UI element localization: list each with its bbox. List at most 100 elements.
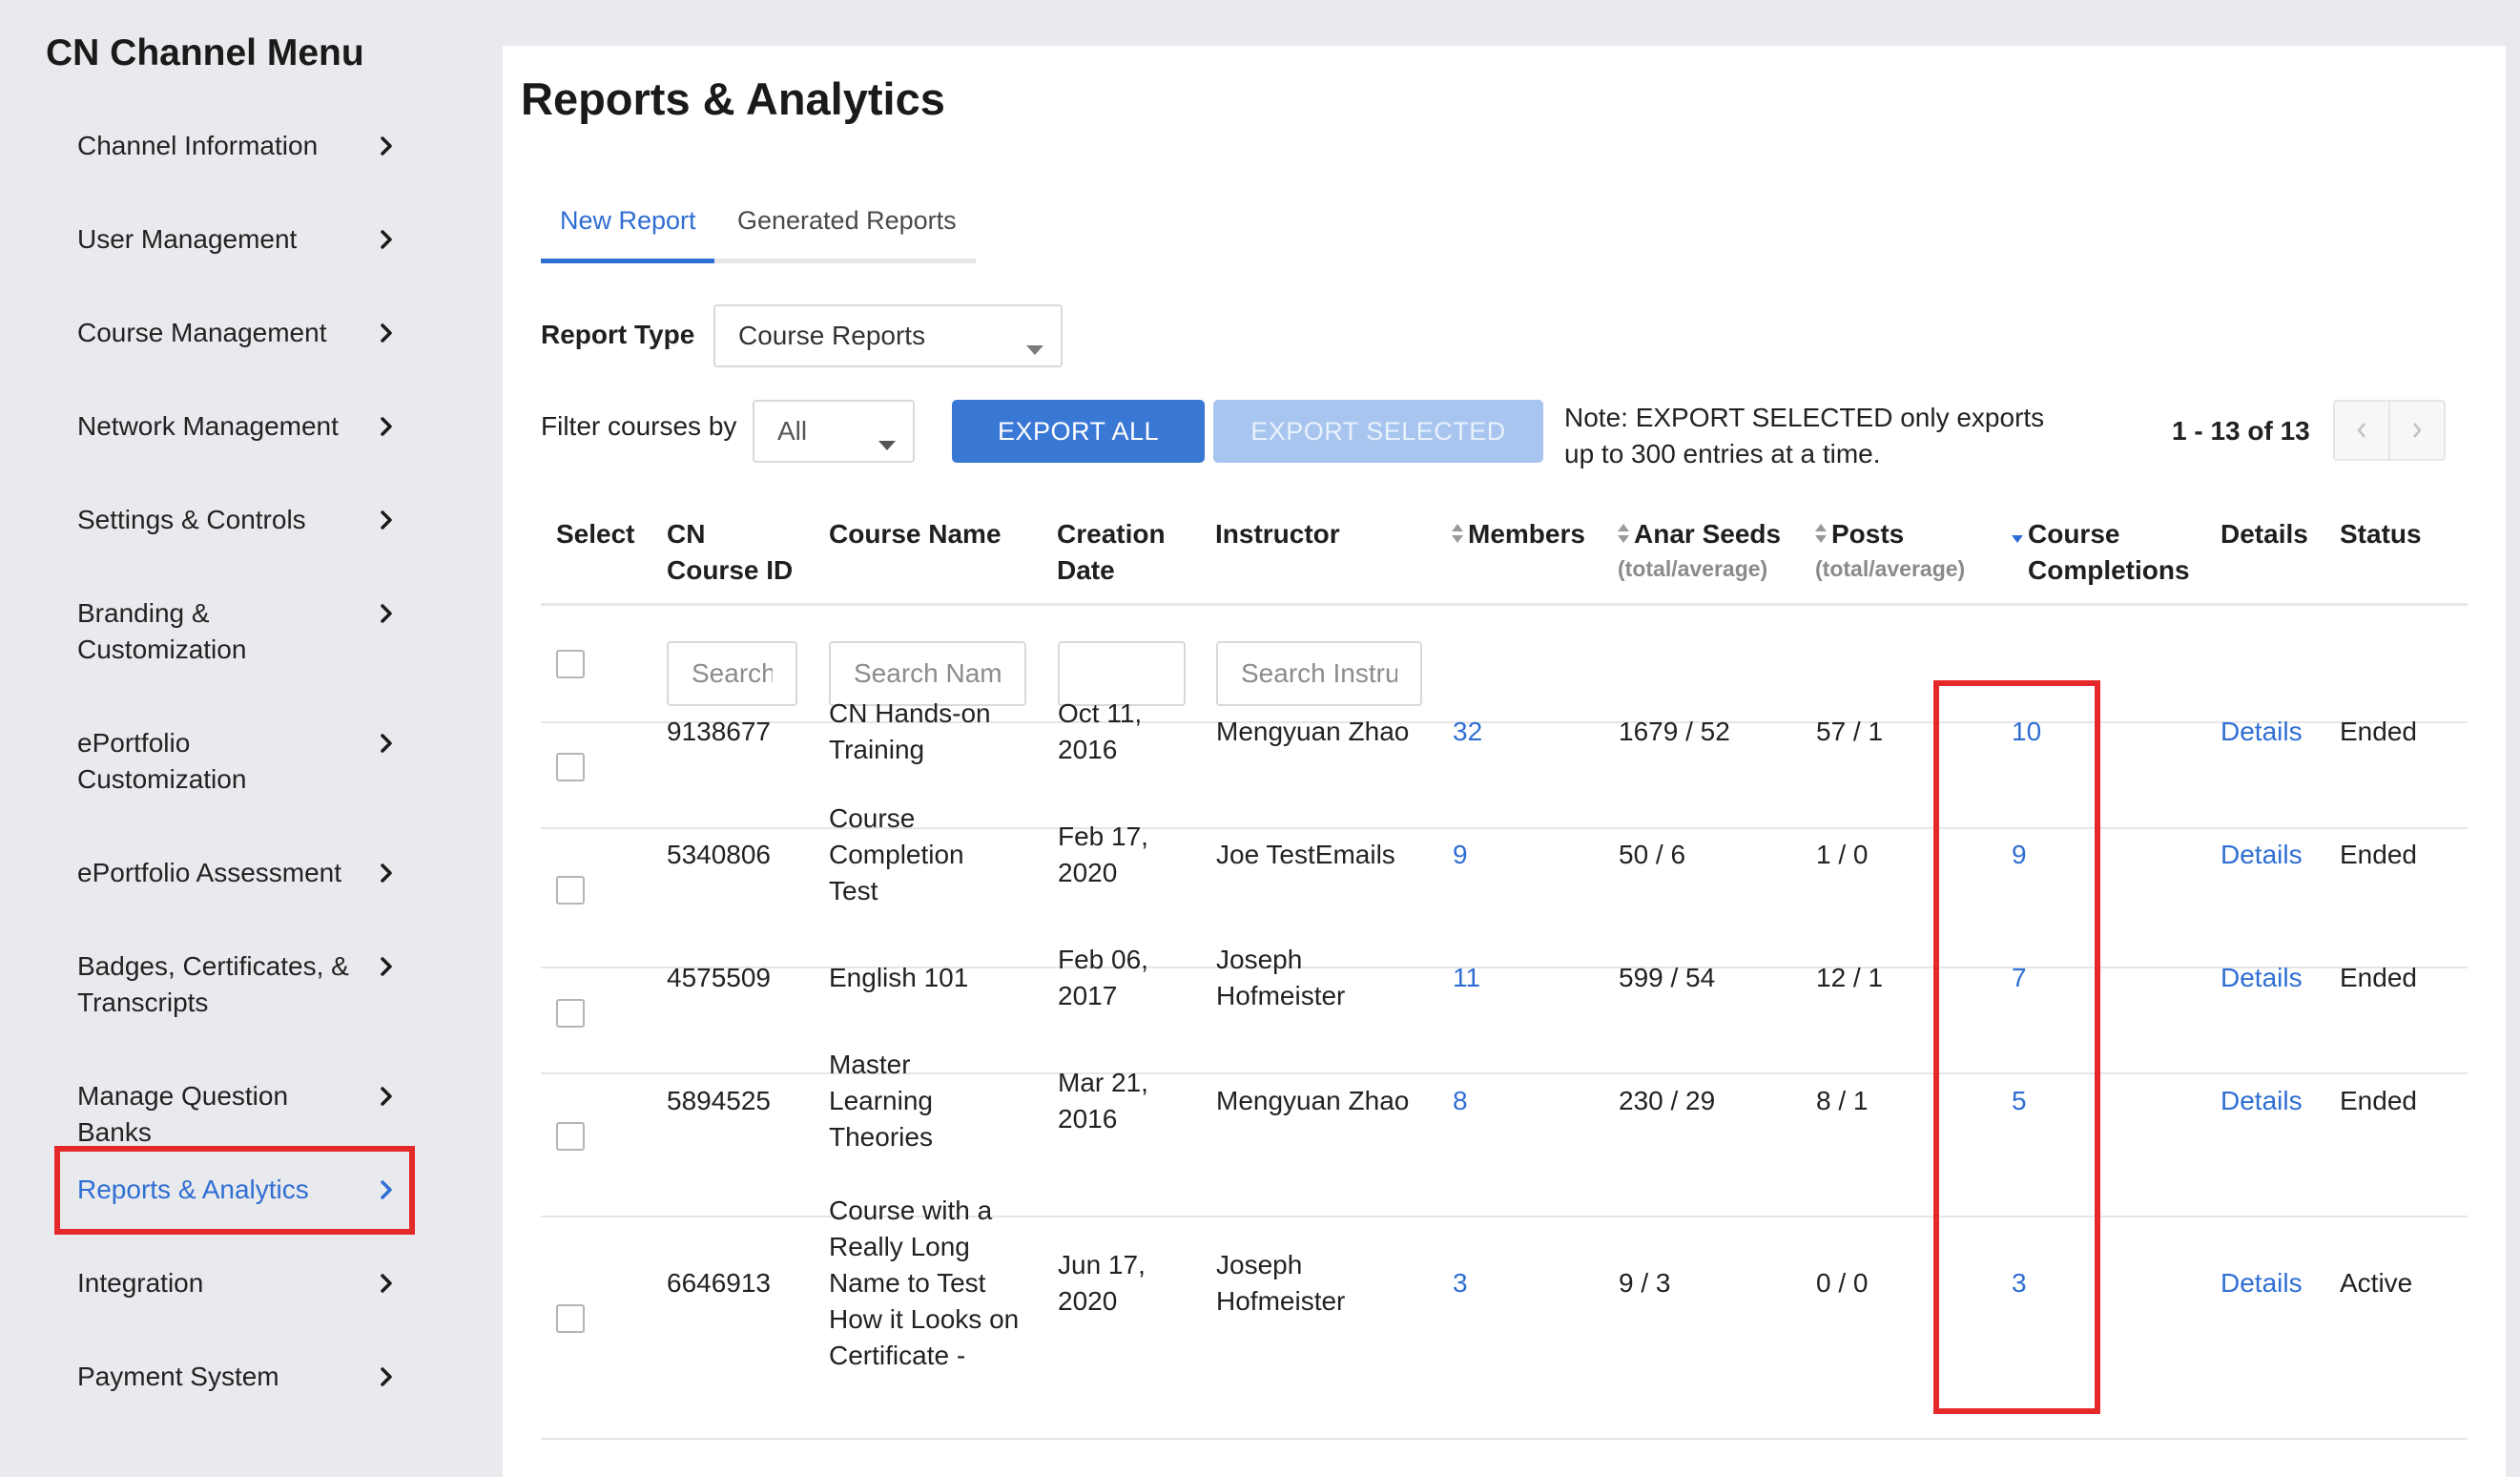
cell-members[interactable]: 11 (1453, 960, 1567, 996)
cell-course-id: 4575509 (667, 963, 772, 992)
details-link[interactable]: Details (2220, 960, 2325, 996)
cell-course-id: 5340806 (667, 840, 772, 869)
sort-desc-icon (2010, 518, 2025, 554)
header-details: Details (2220, 519, 2308, 549)
filter-select[interactable]: All (753, 400, 915, 463)
highlight-reports-analytics (54, 1146, 415, 1235)
select-all-checkbox[interactable] (556, 650, 585, 678)
chevron-right-icon (373, 1359, 400, 1395)
sidebar-item-integration[interactable]: Integration (77, 1265, 398, 1301)
sidebar-item-course-management[interactable]: Course Management (77, 315, 398, 351)
sidebar-item-label: Manage Question Banks (77, 1081, 289, 1147)
sidebar-item-label: Course Management (77, 318, 327, 347)
cell-course-id: 5894525 (667, 1086, 772, 1115)
cell-course-name: CN Hands-on Training (829, 698, 991, 764)
cell-status: Active (2340, 1268, 2413, 1298)
sidebar-item-label: ePortfolio Assessment (77, 858, 342, 887)
cell-creation-date: Feb 17, 2020 (1058, 822, 1148, 887)
export-note-line-1: Note: EXPORT SELECTED only exports (1564, 403, 2045, 432)
header-members[interactable]: Members (1450, 516, 1585, 554)
cell-members[interactable]: 32 (1453, 714, 1567, 750)
cell-members[interactable]: 9 (1453, 837, 1567, 873)
row-checkbox[interactable] (556, 1122, 585, 1151)
details-link[interactable]: Details (2220, 1265, 2325, 1301)
caret-down-icon (878, 426, 896, 457)
header-course-completions[interactable]: Course Completions (2010, 516, 2200, 589)
chevron-right-icon (373, 1265, 400, 1301)
cell-anar-seeds: 230 / 29 (1619, 1086, 1716, 1115)
header-posts[interactable]: Posts (total/average) (1813, 516, 1965, 583)
header-members-label: Members (1468, 519, 1585, 549)
chevron-right-icon (2413, 423, 2422, 438)
sidebar-item-settings-controls[interactable]: Settings & Controls (77, 502, 398, 538)
sidebar-item-label: Settings & Controls (77, 505, 306, 534)
sidebar-item-eportfolio-customization[interactable]: ePortfolio Customization (77, 725, 398, 798)
row-checkbox[interactable] (556, 1304, 585, 1333)
export-selected-button[interactable]: EXPORT SELECTED (1213, 400, 1543, 463)
tab-new-report[interactable]: New Report (560, 206, 696, 236)
cell-course-id: 6646913 (667, 1268, 772, 1298)
sidebar-item-manage-question-banks[interactable]: Manage Question Banks (77, 1078, 398, 1151)
chevron-right-icon (373, 1078, 400, 1114)
cell-course-id: 9138677 (667, 717, 772, 746)
header-anar-seeds-sub: (total/average) (1618, 555, 1768, 581)
header-anar-seeds[interactable]: Anar Seeds (total/average) (1616, 516, 1781, 583)
sidebar-item-channel-information[interactable]: Channel Information (77, 128, 398, 164)
header-divider (541, 603, 2468, 606)
export-note-line-2: up to 300 entries at a time. (1564, 439, 1881, 468)
cell-course-name: Course Completion Test (829, 803, 964, 905)
chevron-right-icon (373, 502, 400, 538)
cell-instructor: Joseph Hofmeister (1216, 945, 1346, 1010)
cell-creation-date: Feb 06, 2017 (1058, 945, 1148, 1010)
cell-creation-date: Oct 11, 2016 (1058, 698, 1143, 764)
export-all-button[interactable]: EXPORT ALL (952, 400, 1205, 463)
chevron-right-icon (373, 595, 400, 632)
sidebar-item-eportfolio-assessment[interactable]: ePortfolio Assessment (77, 855, 398, 891)
header-instructor[interactable]: Instructor (1215, 516, 1340, 552)
sidebar-item-label: Badges, Certificates, & Transcripts (77, 951, 349, 1017)
sort-icon (1813, 518, 1828, 554)
sidebar-title: CN Channel Menu (46, 32, 364, 73)
sidebar-item-label: Payment System (77, 1362, 279, 1391)
course-id-search-input[interactable] (667, 641, 797, 706)
cell-members[interactable]: 8 (1453, 1083, 1567, 1119)
sidebar-item-badges-certificates-transcripts[interactable]: Badges, Certificates, & Transcripts (77, 948, 398, 1021)
page-title: Reports & Analytics (521, 73, 945, 124)
sidebar-item-user-management[interactable]: User Management (77, 221, 398, 258)
row-checkbox[interactable] (556, 753, 585, 781)
header-course-name[interactable]: Course Name (829, 516, 1002, 552)
caret-down-icon (1026, 331, 1043, 362)
next-page-button[interactable] (2388, 400, 2446, 461)
sidebar-item-payment-system[interactable]: Payment System (77, 1359, 398, 1395)
chevron-right-icon (373, 725, 400, 761)
header-creation-date[interactable]: Creation Date (1057, 516, 1181, 589)
cell-status: Ended (2340, 840, 2417, 869)
cell-status: Ended (2340, 1086, 2417, 1115)
header-posts-sub: (total/average) (1815, 555, 1966, 581)
cell-course-name: Master Learning Theories (829, 1050, 933, 1152)
instructor-search-input[interactable] (1216, 641, 1422, 706)
header-course-id[interactable]: CN Course ID (667, 516, 800, 589)
cell-instructor: Mengyuan Zhao (1216, 1086, 1410, 1115)
cell-anar-seeds: 1679 / 52 (1619, 717, 1730, 746)
details-link[interactable]: Details (2220, 714, 2325, 750)
cell-anar-seeds: 599 / 54 (1619, 963, 1716, 992)
details-link[interactable]: Details (2220, 837, 2325, 873)
sidebar-item-label: Integration (77, 1268, 204, 1298)
chevron-left-icon (2357, 423, 2365, 438)
chevron-right-icon (373, 408, 400, 445)
sidebar-item-branding-customization[interactable]: Branding & Customization (77, 595, 398, 668)
cell-members[interactable]: 3 (1453, 1265, 1567, 1301)
header-status: Status (2340, 519, 2422, 549)
row-checkbox[interactable] (556, 876, 585, 905)
prev-page-button[interactable] (2333, 400, 2390, 461)
cell-instructor: Joseph Hofmeister (1216, 1250, 1346, 1316)
header-posts-label: Posts (1831, 519, 1905, 549)
row-divider (541, 1438, 2468, 1440)
sidebar-item-network-management[interactable]: Network Management (77, 408, 398, 445)
tab-generated-reports[interactable]: Generated Reports (737, 206, 957, 236)
cell-anar-seeds: 9 / 3 (1619, 1268, 1671, 1298)
row-checkbox[interactable] (556, 999, 585, 1028)
report-type-select[interactable]: Course Reports (713, 304, 1063, 367)
details-link[interactable]: Details (2220, 1083, 2325, 1119)
